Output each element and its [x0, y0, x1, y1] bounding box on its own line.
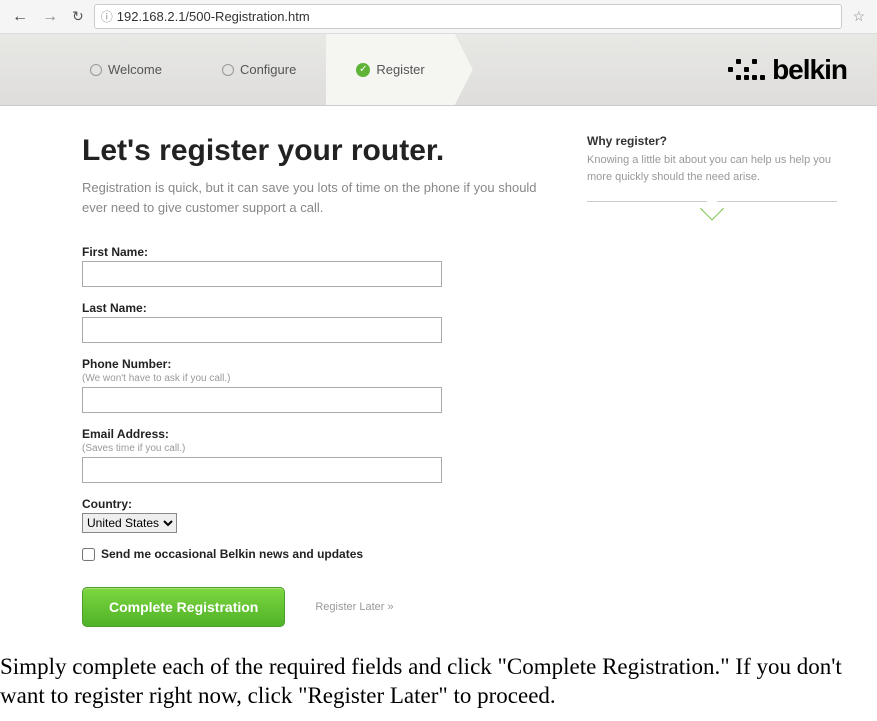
bookmark-star-icon[interactable]: ☆ [848, 6, 869, 27]
email-input[interactable] [82, 457, 442, 483]
main-column: Let's register your router. Registration… [82, 134, 547, 627]
brand-dots-icon [728, 59, 764, 81]
radio-icon [222, 64, 234, 76]
brand-name: belkin [772, 54, 847, 86]
reload-button[interactable]: ↻ [68, 6, 88, 27]
newsletter-label: Send me occasional Belkin news and updat… [101, 547, 363, 561]
step-label: Welcome [108, 62, 162, 77]
email-field: Email Address: (Saves time if you call.) [82, 427, 547, 483]
step-register[interactable]: ✓ Register [326, 34, 454, 105]
check-icon: ✓ [356, 63, 370, 77]
last-name-field: Last Name: [82, 301, 547, 343]
divider-notch-icon [587, 201, 837, 215]
step-welcome[interactable]: Welcome [60, 34, 192, 105]
url-text: 192.168.2.1/500-Registration.htm [117, 9, 310, 24]
email-label: Email Address: [82, 427, 547, 441]
sidebar-title: Why register? [587, 134, 837, 148]
page-content: Let's register your router. Registration… [0, 106, 877, 647]
back-button[interactable]: ← [8, 6, 32, 28]
complete-registration-button[interactable]: Complete Registration [82, 587, 285, 627]
first-name-input[interactable] [82, 261, 442, 287]
phone-label: Phone Number: [82, 357, 547, 371]
phone-input[interactable] [82, 387, 442, 413]
country-select[interactable]: United States [82, 513, 177, 533]
first-name-field: First Name: [82, 245, 547, 287]
last-name-input[interactable] [82, 317, 442, 343]
phone-hint: (We won't have to ask if you call.) [82, 373, 547, 384]
page-title: Let's register your router. [82, 134, 547, 168]
radio-icon [90, 64, 102, 76]
email-hint: (Saves time if you call.) [82, 443, 547, 454]
forward-button[interactable]: → [38, 6, 62, 28]
instruction-caption: Simply complete each of the required fie… [0, 647, 877, 721]
step-label: Configure [240, 62, 296, 77]
country-label: Country: [82, 497, 547, 511]
info-icon: ⓘ [101, 8, 113, 25]
phone-field: Phone Number: (We won't have to ask if y… [82, 357, 547, 413]
address-bar[interactable]: ⓘ 192.168.2.1/500-Registration.htm [94, 4, 843, 29]
wizard-steps: Welcome Configure ✓ Register [60, 34, 455, 105]
step-label: Register [376, 62, 424, 77]
step-configure[interactable]: Configure [192, 34, 326, 105]
form-actions: Complete Registration Register Later » [82, 587, 547, 627]
brand-logo: belkin [728, 54, 847, 86]
last-name-label: Last Name: [82, 301, 547, 315]
first-name-label: First Name: [82, 245, 547, 259]
intro-text: Registration is quick, but it can save y… [82, 178, 547, 217]
newsletter-checkbox-row[interactable]: Send me occasional Belkin news and updat… [82, 547, 547, 561]
sidebar-column: Why register? Knowing a little bit about… [587, 134, 837, 627]
newsletter-checkbox[interactable] [82, 548, 95, 561]
browser-toolbar: ← → ↻ ⓘ 192.168.2.1/500-Registration.htm… [0, 0, 877, 34]
sidebar-body: Knowing a little bit about you can help … [587, 152, 837, 185]
country-field: Country: United States [82, 497, 547, 533]
register-later-link[interactable]: Register Later » [315, 601, 393, 613]
wizard-header: Welcome Configure ✓ Register belkin [0, 34, 877, 106]
